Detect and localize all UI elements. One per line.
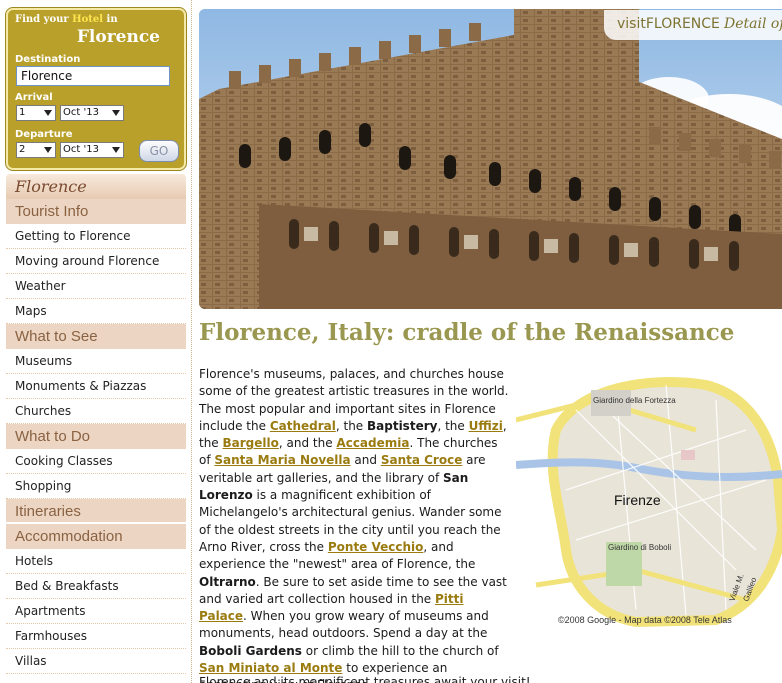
nav-item-hotels[interactable]: Hotels bbox=[6, 549, 186, 574]
bold-baptistery: Baptistery bbox=[367, 418, 438, 433]
city-map[interactable]: Giardino della Fortezza Firenze Giardino… bbox=[516, 370, 782, 630]
nav-item-museums[interactable]: Museums bbox=[6, 349, 186, 374]
brand-logo-text: visitFLORENCE bbox=[617, 16, 720, 32]
nav-item-shopping[interactable]: Shopping bbox=[6, 474, 186, 499]
arrival-label: Arrival bbox=[15, 92, 53, 103]
page-title: Florence, Italy: cradle of the Renaissan… bbox=[199, 319, 735, 346]
chevron-down-icon bbox=[112, 110, 120, 116]
sidebar-nav: Florence Tourist Info Getting to Florenc… bbox=[6, 174, 186, 674]
chevron-down-icon bbox=[112, 147, 120, 153]
nav-item-bnb[interactable]: Bed & Breakfasts bbox=[6, 574, 186, 599]
link-accademia[interactable]: Accademia bbox=[336, 436, 409, 450]
find-hotel-word: Hotel bbox=[72, 14, 104, 25]
arrival-day-value: 1 bbox=[19, 107, 26, 118]
hotel-search-city: Florence bbox=[76, 27, 160, 47]
departure-month-value: Oct '13 bbox=[63, 144, 99, 155]
destination-label: Destination bbox=[15, 54, 81, 65]
link-bargello[interactable]: Bargello bbox=[223, 436, 279, 450]
nav-item-farmhouses[interactable]: Farmhouses bbox=[6, 624, 186, 649]
bold-oltrarno: Oltrarno bbox=[199, 574, 256, 589]
nav-head-itineraries[interactable]: Itineraries bbox=[6, 499, 186, 524]
find-prefix: Find your bbox=[15, 14, 69, 25]
hotel-search-heading: Find your Hotel in bbox=[15, 14, 118, 25]
map-label-boboli: Giardino di Boboli bbox=[608, 543, 671, 552]
nav-head-what-to-do[interactable]: What to Do bbox=[6, 424, 186, 449]
map-graphic: Giardino della Fortezza Firenze Giardino… bbox=[516, 370, 782, 630]
hotel-search-box: Find your Hotel in Florence Destination … bbox=[6, 8, 186, 170]
chevron-down-icon bbox=[44, 147, 52, 153]
nav-item-moving-around[interactable]: Moving around Florence bbox=[6, 249, 186, 274]
nav-item-cooking[interactable]: Cooking Classes bbox=[6, 449, 186, 474]
link-ponte-vecchio[interactable]: Ponte Vecchio bbox=[328, 540, 424, 554]
go-button[interactable]: GO bbox=[139, 140, 179, 162]
departure-day-value: 2 bbox=[19, 144, 26, 155]
link-uffizi[interactable]: Uffizi bbox=[469, 419, 503, 433]
article-body: Florence's museums, palaces, and churche… bbox=[199, 367, 509, 683]
find-suffix: in bbox=[106, 14, 118, 25]
map-credit: ©2008 Google - Map data ©2008 Tele Atlas bbox=[558, 615, 732, 625]
palazzo-illustration bbox=[199, 9, 782, 309]
arrival-day-select[interactable]: 1 bbox=[16, 105, 56, 121]
left-sidebar: Find your Hotel in Florence Destination … bbox=[0, 0, 192, 683]
image-caption: Detail of bbox=[724, 16, 782, 32]
link-san-miniato[interactable]: San Miniato al Monte bbox=[199, 661, 342, 675]
link-santa-maria-novella[interactable]: Santa Maria Novella bbox=[214, 453, 350, 467]
departure-month-select[interactable]: Oct '13 bbox=[60, 142, 124, 158]
chevron-down-icon bbox=[44, 110, 52, 116]
arrival-month-value: Oct '13 bbox=[63, 107, 99, 118]
nav-item-maps[interactable]: Maps bbox=[6, 299, 186, 324]
arrival-month-select[interactable]: Oct '13 bbox=[60, 105, 124, 121]
nav-head-tourist-info[interactable]: Tourist Info bbox=[6, 199, 186, 224]
hero-image-palazzo-vecchio bbox=[199, 9, 782, 309]
nav-item-villas[interactable]: Villas bbox=[6, 649, 186, 674]
map-label-fortezza: Giardino della Fortezza bbox=[593, 396, 676, 405]
map-label-firenze: Firenze bbox=[614, 492, 661, 508]
link-santa-croce[interactable]: Santa Croce bbox=[381, 453, 463, 467]
nav-head-what-to-see[interactable]: What to See bbox=[6, 324, 186, 349]
nav-item-monuments[interactable]: Monuments & Piazzas bbox=[6, 374, 186, 399]
nav-item-weather[interactable]: Weather bbox=[6, 274, 186, 299]
nav-head-accommodation[interactable]: Accommodation bbox=[6, 524, 186, 549]
nav-top-florence[interactable]: Florence bbox=[6, 174, 186, 199]
departure-label: Departure bbox=[15, 129, 73, 140]
destination-input[interactable] bbox=[16, 66, 170, 86]
brand-badge: visitFLORENCE Detail of bbox=[604, 10, 782, 40]
link-cathedral[interactable]: Cathedral bbox=[270, 419, 336, 433]
nav-item-churches[interactable]: Churches bbox=[6, 399, 186, 424]
departure-day-select[interactable]: 2 bbox=[16, 142, 56, 158]
closing-line: Florence and its magnificent treasures a… bbox=[199, 675, 531, 683]
nav-item-getting-to-florence[interactable]: Getting to Florence bbox=[6, 224, 186, 249]
bold-boboli-gardens: Boboli Gardens bbox=[199, 643, 302, 658]
nav-item-apartments[interactable]: Apartments bbox=[6, 599, 186, 624]
